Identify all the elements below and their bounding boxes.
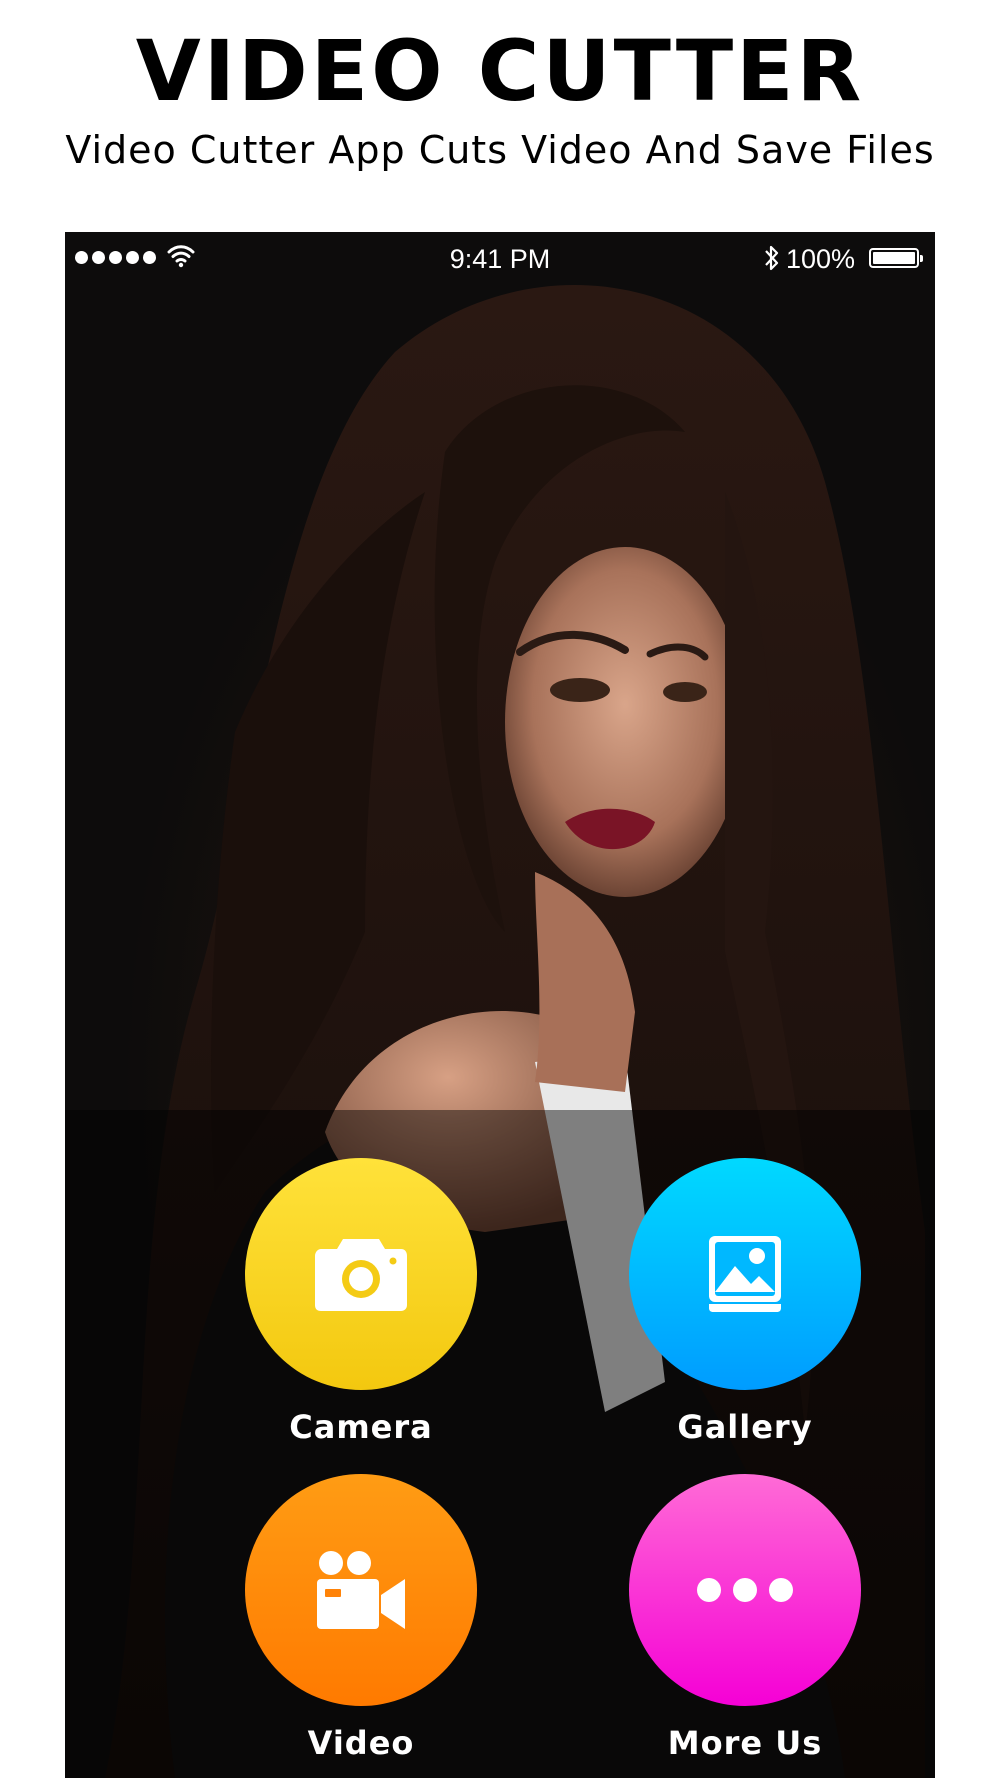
gallery-label: Gallery	[677, 1408, 813, 1446]
phone-screen: 9:41 PM 100% Camera Gallery Video More U…	[65, 232, 935, 1778]
battery-icon	[869, 248, 923, 268]
gallery-icon	[709, 1236, 781, 1312]
more-circle[interactable]	[629, 1474, 861, 1706]
camera-icon	[315, 1239, 407, 1311]
more-us-label: More Us	[667, 1724, 823, 1762]
more-dots-icon	[697, 1578, 793, 1602]
video-camera-icon	[317, 1551, 405, 1629]
video-label: Video	[307, 1724, 415, 1762]
status-bar: 9:41 PM 100%	[65, 232, 935, 284]
camera-button[interactable]: Camera	[211, 1158, 511, 1446]
bluetooth-icon	[765, 245, 779, 271]
gallery-button[interactable]: Gallery	[595, 1158, 895, 1446]
promo-subtitle: Video Cutter App Cuts Video And Save Fil…	[65, 128, 935, 172]
promo-title: VIDEO CUTTER	[135, 22, 865, 120]
gallery-circle[interactable]	[629, 1158, 861, 1390]
battery-percent: 100%	[786, 244, 856, 274]
more-us-button[interactable]: More Us	[595, 1474, 895, 1762]
video-button[interactable]: Video	[211, 1474, 511, 1762]
camera-circle[interactable]	[245, 1158, 477, 1390]
camera-label: Camera	[289, 1408, 433, 1446]
menu-panel: Camera Gallery Video More Us	[65, 1110, 935, 1778]
video-circle[interactable]	[245, 1474, 477, 1706]
